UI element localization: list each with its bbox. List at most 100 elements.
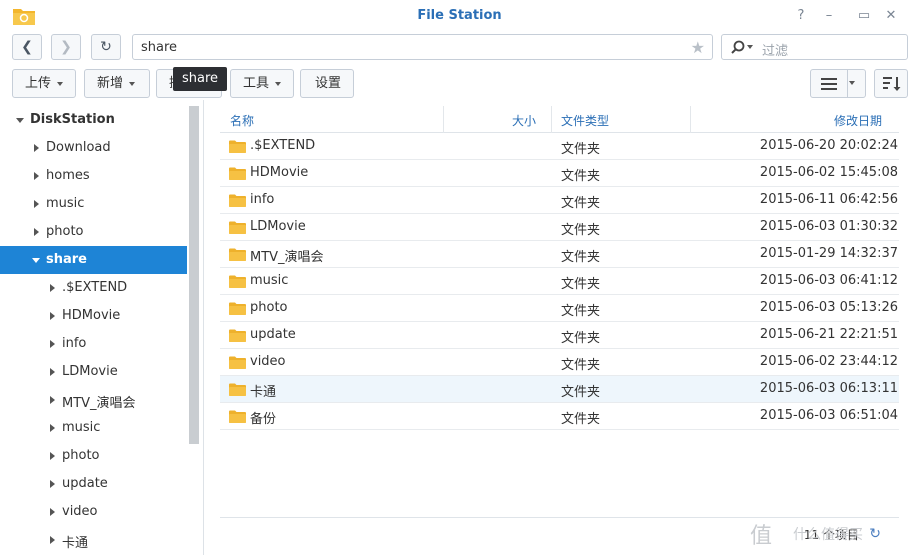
chevron-right-icon[interactable]	[50, 480, 55, 488]
tree-item-label: video	[62, 504, 98, 519]
table-row[interactable]: music 文件夹 2015-06-03 06:41:12	[220, 268, 899, 295]
file-modified: 2015-06-02 15:45:08	[759, 165, 898, 180]
file-type: 文件夹	[561, 304, 601, 319]
settings-button[interactable]: 设置	[300, 69, 354, 98]
path-bar[interactable]: share ★	[132, 34, 713, 60]
star-icon[interactable]: ★	[691, 38, 705, 57]
tree-item[interactable]: photo	[0, 442, 187, 470]
chevron-right-icon[interactable]	[50, 452, 55, 460]
tools-button[interactable]: 工具	[230, 69, 294, 98]
tree-item[interactable]: MTV_演唱会	[0, 386, 187, 414]
tree-item[interactable]: photo	[0, 218, 187, 246]
tree-item[interactable]: Download	[0, 134, 187, 162]
create-label: 新增	[97, 76, 124, 91]
filter-input[interactable]: 过滤	[721, 34, 908, 60]
table-row[interactable]: info 文件夹 2015-06-11 06:42:56	[220, 187, 899, 214]
table-row[interactable]: photo 文件夹 2015-06-03 05:13:26	[220, 295, 899, 322]
chevron-right-icon[interactable]	[50, 312, 55, 320]
create-button[interactable]: 新增	[84, 69, 150, 98]
table-row[interactable]: video 文件夹 2015-06-02 23:44:12	[220, 349, 899, 376]
path-tooltip: share	[173, 67, 227, 91]
tools-label: 工具	[243, 76, 270, 91]
window-title: File Station	[417, 8, 502, 23]
file-name: info	[250, 192, 275, 207]
file-list-header: 名称 大小 文件类型 修改日期	[220, 106, 899, 133]
folder-icon	[229, 410, 246, 423]
tree-item[interactable]: homes	[0, 162, 187, 190]
table-row[interactable]: HDMovie 文件夹 2015-06-02 15:45:08	[220, 160, 899, 187]
upload-button[interactable]: 上传	[12, 69, 76, 98]
file-modified: 2015-06-03 05:13:26	[759, 300, 898, 315]
chevron-right-icon[interactable]	[50, 508, 55, 516]
chevron-right-icon[interactable]	[50, 368, 55, 376]
tree-item[interactable]: LDMovie	[0, 358, 187, 386]
tree-item-label: music	[62, 420, 101, 435]
tree-root-diskstation[interactable]: DiskStation	[0, 106, 187, 134]
pane-divider[interactable]	[203, 100, 204, 555]
folder-icon	[229, 221, 246, 234]
column-modified[interactable]: 修改日期	[834, 112, 882, 129]
file-type: 文件夹	[561, 412, 601, 427]
minimize-icon[interactable]: –	[821, 8, 837, 24]
chevron-right-icon[interactable]	[34, 144, 39, 152]
sort-icon	[883, 77, 901, 91]
view-mode-button[interactable]	[810, 69, 866, 98]
chevron-right-icon[interactable]	[34, 200, 39, 208]
file-type: 文件夹	[561, 277, 601, 292]
chevron-down-icon	[747, 45, 753, 49]
forward-button[interactable]: ❯	[51, 34, 81, 60]
refresh-button[interactable]: ↻	[91, 34, 121, 60]
tree-item[interactable]: music	[0, 190, 187, 218]
table-row[interactable]: 卡通 文件夹 2015-06-03 06:13:11	[220, 376, 899, 403]
upload-label: 上传	[25, 76, 52, 91]
filter-placeholder: 过滤	[762, 44, 789, 59]
file-modified: 2015-06-03 06:51:04	[759, 408, 898, 423]
folder-icon	[229, 248, 246, 261]
tree-root-label: DiskStation	[30, 112, 115, 127]
tree-item-label: HDMovie	[62, 308, 121, 323]
column-name[interactable]: 名称	[230, 112, 254, 129]
tree-item[interactable]: .$EXTEND	[0, 274, 187, 302]
table-row[interactable]: .$EXTEND 文件夹 2015-06-20 20:02:24	[220, 133, 899, 160]
chevron-right-icon[interactable]	[50, 340, 55, 348]
tree-item-label: MTV_演唱会	[62, 396, 136, 411]
table-row[interactable]: LDMovie 文件夹 2015-06-03 01:30:32	[220, 214, 899, 241]
column-type[interactable]: 文件类型	[561, 112, 609, 129]
file-name: HDMovie	[250, 165, 309, 180]
tree-item[interactable]: info	[0, 330, 187, 358]
tree-item-label: homes	[46, 168, 90, 183]
tree-item[interactable]: 卡通	[0, 526, 187, 554]
file-modified: 2015-06-21 22:21:51	[759, 327, 898, 342]
tree-item-label: info	[62, 336, 87, 351]
tree-item[interactable]: video	[0, 498, 187, 526]
sidebar-scrollbar[interactable]	[189, 106, 199, 444]
file-name: photo	[250, 300, 288, 315]
tree-item-label: Download	[46, 140, 111, 155]
chevron-right-icon[interactable]	[50, 284, 55, 292]
file-name: .$EXTEND	[250, 138, 316, 153]
chevron-right-icon[interactable]	[50, 396, 55, 404]
chevron-right-icon: ❯	[60, 39, 72, 55]
tree-item[interactable]: update	[0, 470, 187, 498]
sort-button[interactable]	[874, 69, 908, 98]
chevron-right-icon[interactable]	[34, 172, 39, 180]
chevron-down-icon[interactable]	[32, 258, 40, 263]
tree-item[interactable]: music	[0, 414, 187, 442]
table-row[interactable]: update 文件夹 2015-06-21 22:21:51	[220, 322, 899, 349]
refresh-icon[interactable]: ↻	[869, 526, 881, 542]
file-name: video	[250, 354, 286, 369]
table-row[interactable]: 备份 文件夹 2015-06-03 06:51:04	[220, 403, 899, 430]
file-type: 文件夹	[561, 169, 601, 184]
help-icon[interactable]: ?	[793, 8, 809, 24]
maximize-icon[interactable]: ▭	[856, 8, 872, 24]
back-button[interactable]: ❮	[12, 34, 42, 60]
chevron-right-icon[interactable]	[50, 536, 55, 544]
close-icon[interactable]: ✕	[883, 8, 899, 24]
tree-item[interactable]: share	[0, 246, 187, 274]
chevron-right-icon[interactable]	[34, 228, 39, 236]
column-size[interactable]: 大小	[512, 112, 536, 129]
tree-item-label: photo	[62, 448, 100, 463]
chevron-right-icon[interactable]	[50, 424, 55, 432]
table-row[interactable]: MTV_演唱会 文件夹 2015-01-29 14:32:37	[220, 241, 899, 268]
tree-item[interactable]: HDMovie	[0, 302, 187, 330]
